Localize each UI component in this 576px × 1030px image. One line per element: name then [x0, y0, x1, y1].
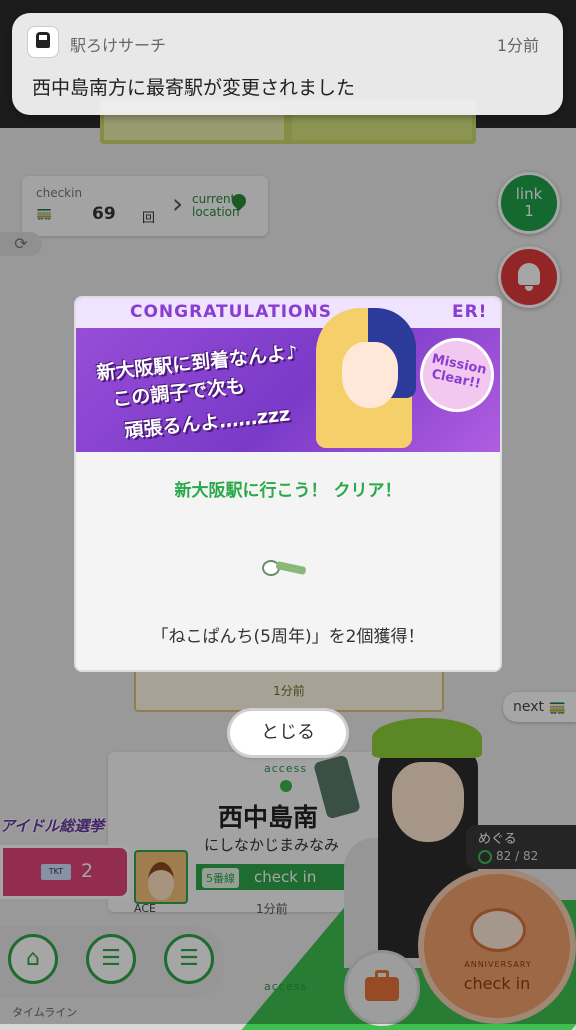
- reward-message: 「ねこぱんち(5周年)」を2個獲得！: [151, 627, 425, 647]
- character-illustration: [308, 308, 418, 452]
- mission-clear-badge: Mission Clear!!: [413, 331, 500, 419]
- notification-time: 1分前: [496, 36, 539, 55]
- close-button[interactable]: とじる: [230, 711, 346, 755]
- notification-app-name: 駅ろけサーチ: [70, 36, 167, 55]
- train-icon: [36, 32, 50, 48]
- mission-banner: CONGRATULATIONS ER! 新大阪駅に到着なんよ♪ この調子で次も 頑…: [76, 298, 500, 452]
- mission-message: 新大阪駅に行こう！ クリア！: [174, 481, 402, 501]
- reward-item-icon: [262, 556, 312, 578]
- mission-clear-dialog: CONGRATULATIONS ER! 新大阪駅に到着なんよ♪ この調子で次も 頑…: [74, 296, 502, 672]
- banner-header: CONGRATULATIONS ER!: [76, 298, 500, 328]
- app-icon: [28, 27, 58, 57]
- notification-message: 西中島南方に最寄駅が変更されました: [32, 77, 356, 99]
- push-notification[interactable]: 駅ろけサーチ 1分前 西中島南方に最寄駅が変更されました: [12, 13, 563, 115]
